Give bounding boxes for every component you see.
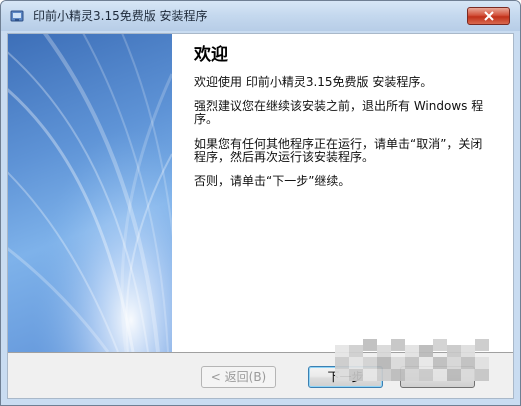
page-title: 欢迎 — [194, 45, 228, 65]
next-instruction-text: 否则，请单击“下一步”继续。 — [194, 174, 351, 188]
back-button[interactable]: < 返回(B) — [201, 366, 276, 388]
welcome-text: 欢迎使用 印前小精灵3.15免费版 安装程序。 — [194, 75, 433, 89]
title-bar[interactable]: 印前小精灵3.15免费版 安装程序 — [1, 1, 520, 31]
installer-icon — [10, 10, 24, 22]
cancel-instruction-text: 如果您有任何其他程序正在运行，请单击“取消”，关闭程序，然后再次运行该安装程序。 — [194, 137, 483, 164]
watermark-mosaic — [335, 339, 489, 381]
wizard-banner-image — [8, 34, 172, 352]
welcome-panel: 欢迎 欢迎使用 印前小精灵3.15免费版 安装程序。 强烈建议您在继续该安装之前… — [172, 34, 513, 352]
installer-window: 印前小精灵3.15免费版 安装程序 欢迎 欢迎使用 印前小精灵3.15免费版 安… — [0, 0, 521, 406]
window-title: 印前小精灵3.15免费版 安装程序 — [33, 9, 208, 23]
close-icon — [484, 11, 494, 21]
close-button[interactable] — [467, 7, 510, 25]
exit-programs-text: 强烈建议您在继续该安装之前，退出所有 Windows 程序。 — [194, 99, 484, 126]
